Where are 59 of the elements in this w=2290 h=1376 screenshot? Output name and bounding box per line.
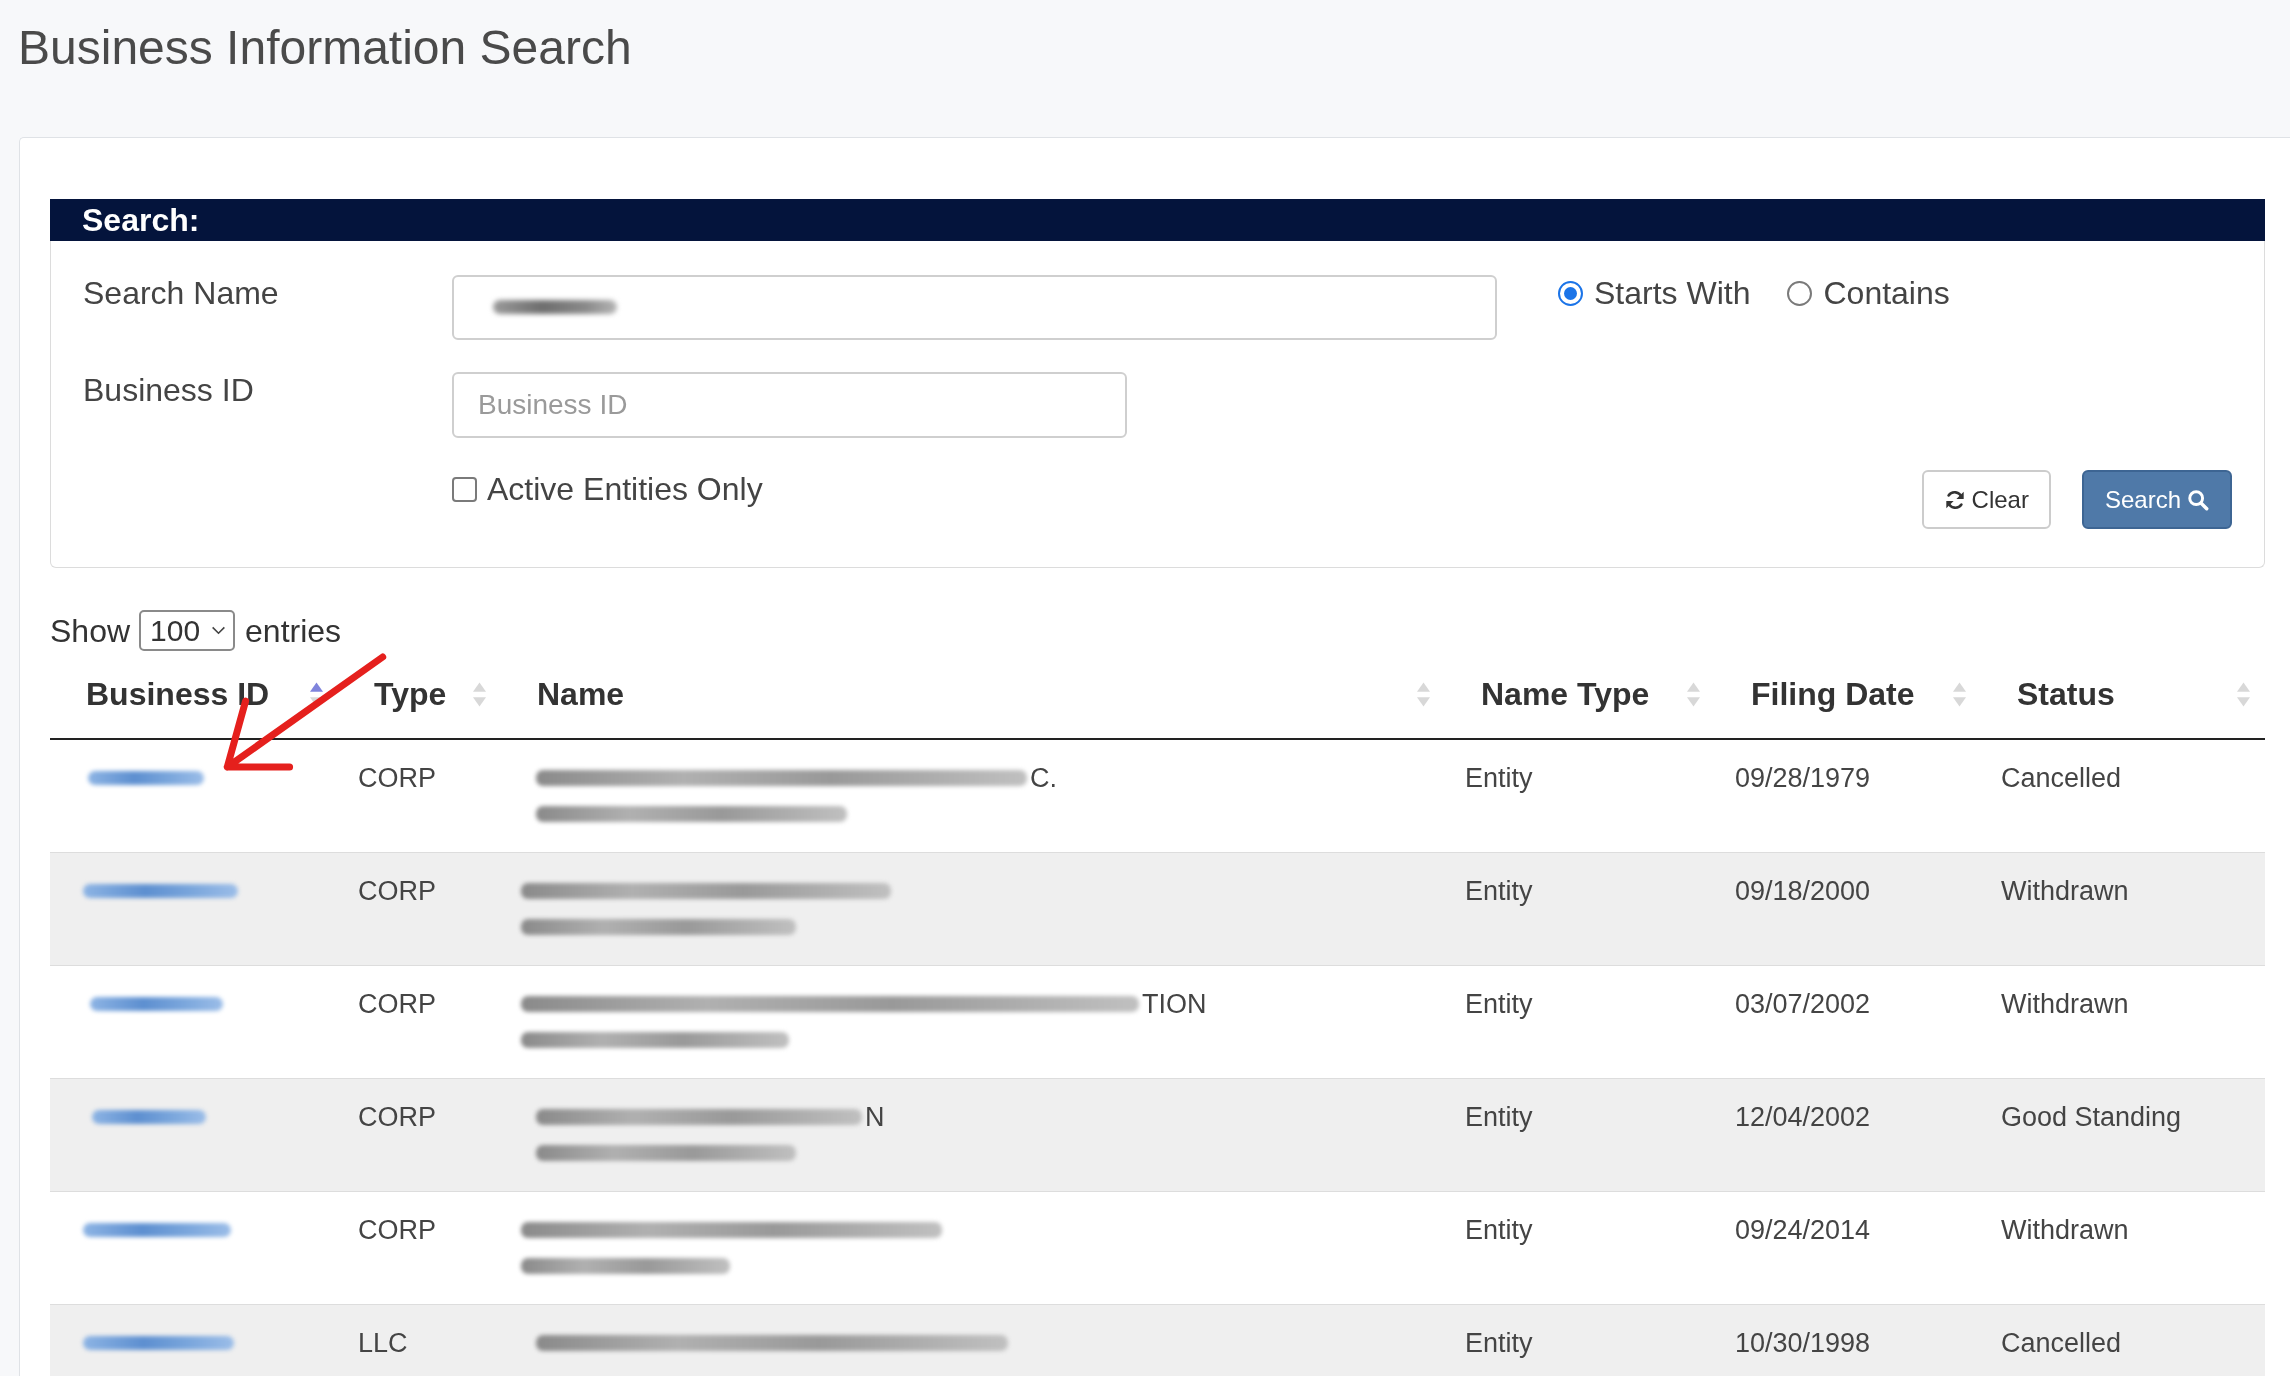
blurred-link[interactable] bbox=[83, 884, 238, 898]
name-type-text: Entity bbox=[1465, 989, 1533, 1019]
blurred-link[interactable] bbox=[92, 1110, 206, 1124]
name-type-text: Entity bbox=[1465, 876, 1533, 906]
checkbox-label[interactable]: Active Entities Only bbox=[487, 471, 763, 507]
name-type-text: Entity bbox=[1465, 763, 1533, 793]
page-title: Business Information Search bbox=[17, 20, 633, 76]
radio-button[interactable] bbox=[1558, 280, 1583, 306]
name-text: TION bbox=[1142, 988, 1207, 1021]
date-text: 03/07/2002 bbox=[1735, 989, 1871, 1019]
radio-button[interactable] bbox=[1787, 280, 1813, 306]
blurred-link[interactable] bbox=[90, 997, 223, 1011]
date-text: 10/30/1998 bbox=[1735, 1328, 1871, 1358]
radio-label[interactable]: Starts With bbox=[1594, 275, 1751, 311]
search-button[interactable]: Search bbox=[2081, 470, 2232, 529]
search-name-input[interactable] bbox=[452, 275, 1497, 340]
type-text: CORP bbox=[358, 876, 436, 906]
type-text: CORP bbox=[358, 989, 436, 1019]
section-header: Search: bbox=[50, 199, 2265, 241]
type-text: LLC bbox=[358, 1328, 408, 1358]
date-text: 09/18/2000 bbox=[1735, 876, 1871, 906]
clear-button[interactable]: Clear bbox=[1921, 470, 2051, 529]
status-text: Withdrawn bbox=[2001, 876, 2129, 906]
column-header[interactable]: Business ID bbox=[50, 651, 338, 738]
name-type-text: Entity bbox=[1465, 1102, 1533, 1132]
column-header[interactable]: Filing Date bbox=[1715, 651, 1981, 738]
column-header[interactable]: Name Type bbox=[1445, 651, 1715, 738]
status-text: Cancelled bbox=[2001, 763, 2122, 793]
blurred-link[interactable] bbox=[88, 771, 204, 785]
date-text: 09/24/2014 bbox=[1735, 1215, 1871, 1245]
field-label: Business ID bbox=[83, 372, 254, 408]
entries-select[interactable]: 100 bbox=[139, 610, 236, 651]
date-text: 09/28/1979 bbox=[1735, 763, 1871, 793]
status-text: Withdrawn bbox=[2001, 1215, 2129, 1245]
radio-label[interactable]: Contains bbox=[1823, 275, 1950, 311]
type-text: CORP bbox=[358, 1102, 436, 1132]
search-icon bbox=[2187, 488, 2209, 511]
column-header[interactable]: Type bbox=[338, 651, 501, 738]
name-text: C. bbox=[1030, 762, 1057, 795]
status-text: Cancelled bbox=[2001, 1328, 2122, 1358]
date-text: 12/04/2002 bbox=[1735, 1102, 1871, 1132]
column-header[interactable]: Name bbox=[501, 651, 1445, 738]
chevron-down-icon bbox=[211, 626, 227, 635]
name-type-text: Entity bbox=[1465, 1328, 1533, 1358]
type-text: CORP bbox=[358, 1215, 436, 1245]
checkbox[interactable] bbox=[452, 476, 477, 502]
status-text: Good Standing bbox=[2001, 1102, 2182, 1132]
column-header[interactable]: Status bbox=[1981, 651, 2265, 738]
status-text: Withdrawn bbox=[2001, 989, 2129, 1019]
refresh-icon bbox=[1943, 488, 1966, 511]
entries-label: entries bbox=[245, 612, 342, 649]
type-text: CORP bbox=[358, 763, 436, 793]
entries-label: Show bbox=[50, 612, 131, 649]
name-type-text: Entity bbox=[1465, 1215, 1533, 1245]
blurred-link[interactable] bbox=[83, 1336, 234, 1350]
field-label: Search Name bbox=[83, 275, 279, 311]
blurred-link[interactable] bbox=[83, 1223, 231, 1237]
business-id-input[interactable]: Business ID bbox=[452, 372, 1127, 438]
name-text: N bbox=[865, 1101, 885, 1134]
